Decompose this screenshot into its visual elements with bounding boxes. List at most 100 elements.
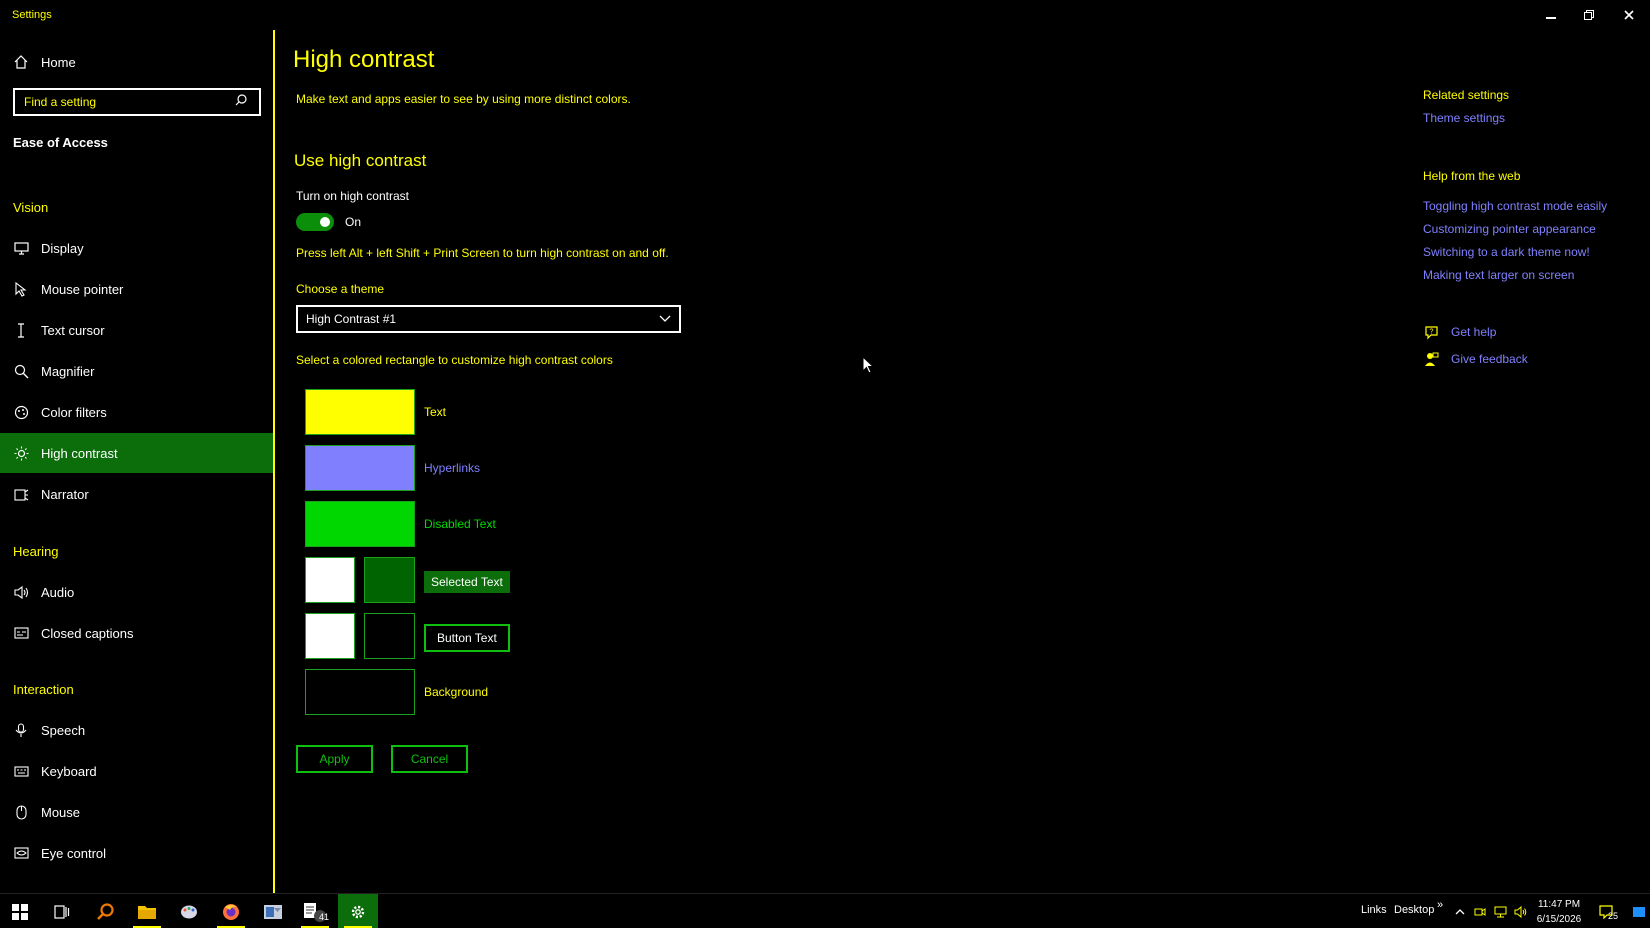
outlook-button[interactable] — [253, 894, 293, 928]
background-color-swatch[interactable] — [305, 669, 415, 715]
task-view-button[interactable] — [42, 894, 82, 928]
action-center-button[interactable]: 25 — [1590, 894, 1622, 928]
sidebar-item-label: Color filters — [41, 404, 107, 420]
sidebar-item-home[interactable]: Home — [0, 42, 273, 82]
close-button[interactable] — [1616, 4, 1642, 26]
tray-meet-button[interactable] — [1470, 894, 1490, 928]
related-settings-heading: Related settings — [1423, 88, 1510, 102]
sidebar-item-speech[interactable]: Speech — [0, 710, 273, 750]
theme-label: Choose a theme — [296, 282, 385, 296]
search-box[interactable] — [13, 88, 261, 116]
selected-text-swatch-label: Selected Text — [424, 571, 510, 593]
sidebar-item-high-contrast[interactable]: High contrast — [0, 433, 273, 473]
sidebar-item-label: Mouse — [41, 804, 81, 820]
feedback-icon — [1423, 351, 1439, 367]
sidebar-item-mouse[interactable]: Mouse — [0, 792, 273, 832]
theme-settings-link[interactable]: Theme settings — [1423, 111, 1505, 125]
mouse-cursor-icon — [862, 356, 874, 374]
tray-volume-button[interactable] — [1510, 894, 1530, 928]
color-filters-icon — [13, 404, 29, 420]
notification-count: 25 — [1608, 911, 1619, 921]
taskbar: 41 Links Desktop » 11:47 PM 6/15/2026 25 — [0, 893, 1650, 928]
minimize-button[interactable] — [1538, 4, 1564, 26]
mouse-pointer-icon — [13, 281, 29, 297]
sidebar-item-text-cursor[interactable]: Text cursor — [0, 310, 273, 350]
tray-network-button[interactable] — [1490, 894, 1510, 928]
display-icon — [13, 240, 29, 256]
help-web-heading: Help from the web — [1423, 169, 1521, 183]
sidebar-item-eye-control[interactable]: Eye control — [0, 833, 273, 873]
search-input[interactable] — [24, 95, 229, 109]
show-hidden-icons-button[interactable] — [1450, 894, 1470, 928]
search-icon — [97, 902, 114, 920]
get-help-link[interactable]: ? Get help — [1423, 324, 1496, 340]
theme-dropdown[interactable]: High Contrast #1 — [296, 305, 681, 333]
magnifier-icon — [13, 363, 29, 379]
button-text-background-swatch[interactable] — [364, 613, 415, 659]
toggle-label: Turn on high contrast — [296, 189, 409, 203]
apply-button[interactable]: Apply — [296, 745, 373, 773]
text-swatch-label: Text — [424, 405, 447, 419]
file-explorer-button[interactable] — [127, 894, 167, 928]
sidebar-item-label: Text cursor — [41, 322, 105, 338]
button-text-foreground-swatch[interactable] — [305, 613, 355, 659]
search-icon[interactable] — [235, 93, 247, 111]
sidebar-item-mouse-pointer[interactable]: Mouse pointer — [0, 269, 273, 309]
start-button[interactable] — [0, 894, 40, 928]
keyboard-icon — [13, 763, 29, 779]
toolbar-overflow-icon[interactable]: » — [1437, 899, 1443, 911]
sidebar-item-magnifier[interactable]: Magnifier — [0, 351, 273, 391]
notepad-button[interactable]: 41 — [295, 894, 335, 928]
group-heading-vision: Vision — [13, 200, 49, 215]
clock-date: 6/15/2026 — [1536, 914, 1582, 925]
home-icon — [13, 54, 29, 70]
desktop-toolbar[interactable]: Desktop — [1394, 904, 1434, 916]
sidebar-item-keyboard[interactable]: Keyboard — [0, 751, 273, 791]
page-title: High contrast — [293, 46, 435, 73]
paint-icon — [181, 905, 197, 918]
speech-icon — [13, 722, 29, 738]
narrator-icon — [13, 486, 29, 502]
disabled-text-color-swatch[interactable] — [305, 501, 415, 547]
selected-text-background-swatch[interactable] — [364, 557, 415, 603]
settings-app-button[interactable] — [338, 894, 378, 928]
firefox-icon — [223, 903, 239, 920]
minimize-icon — [1546, 17, 1556, 19]
clock-time: 11:47 PM — [1537, 899, 1581, 910]
sidebar-item-label: Eye control — [41, 845, 107, 861]
button-text-swatch-label: Button Text — [424, 624, 510, 652]
give-feedback-link[interactable]: Give feedback — [1423, 351, 1528, 367]
cancel-button[interactable]: Cancel — [391, 745, 468, 773]
sidebar-item-audio[interactable]: Audio — [0, 572, 273, 612]
section-title: Ease of Access — [13, 135, 108, 150]
sidebar-item-color-filters[interactable]: Color filters — [0, 392, 273, 432]
camera-icon — [1474, 907, 1486, 916]
show-desktop-button[interactable] — [1628, 894, 1650, 928]
web-link-text-larger[interactable]: Making text larger on screen — [1423, 268, 1574, 282]
firefox-button[interactable] — [211, 894, 251, 928]
give-feedback-label: Give feedback — [1451, 352, 1528, 366]
sidebar-item-label: Mouse pointer — [41, 281, 124, 297]
web-link-dark-theme[interactable]: Switching to a dark theme now! — [1423, 245, 1590, 259]
close-icon — [1624, 10, 1634, 20]
taskbar-clock[interactable]: 11:47 PM 6/15/2026 — [1530, 897, 1588, 927]
show-desktop-icon — [1633, 906, 1645, 917]
colors-hint: Select a colored rectangle to customize … — [296, 353, 613, 367]
taskbar-search-button[interactable] — [85, 894, 125, 928]
audio-icon — [13, 584, 29, 600]
sidebar-item-label: Display — [41, 240, 84, 256]
web-link-toggling[interactable]: Toggling high contrast mode easily — [1423, 199, 1607, 213]
sidebar-item-narrator[interactable]: Narrator — [0, 474, 273, 514]
paint-app-button[interactable] — [169, 894, 209, 928]
toggle-knob — [320, 217, 330, 227]
hyperlinks-color-swatch[interactable] — [305, 445, 415, 491]
sidebar-item-display[interactable]: Display — [0, 228, 273, 268]
sidebar-item-closed-captions[interactable]: Closed captions — [0, 613, 273, 653]
web-link-pointer[interactable]: Customizing pointer appearance — [1423, 222, 1596, 236]
restore-button[interactable] — [1576, 4, 1602, 26]
selected-text-foreground-swatch[interactable] — [305, 557, 355, 603]
text-color-swatch[interactable] — [305, 389, 415, 435]
links-toolbar[interactable]: Links — [1361, 904, 1387, 916]
high-contrast-toggle[interactable] — [296, 213, 334, 231]
gear-icon — [351, 905, 365, 918]
